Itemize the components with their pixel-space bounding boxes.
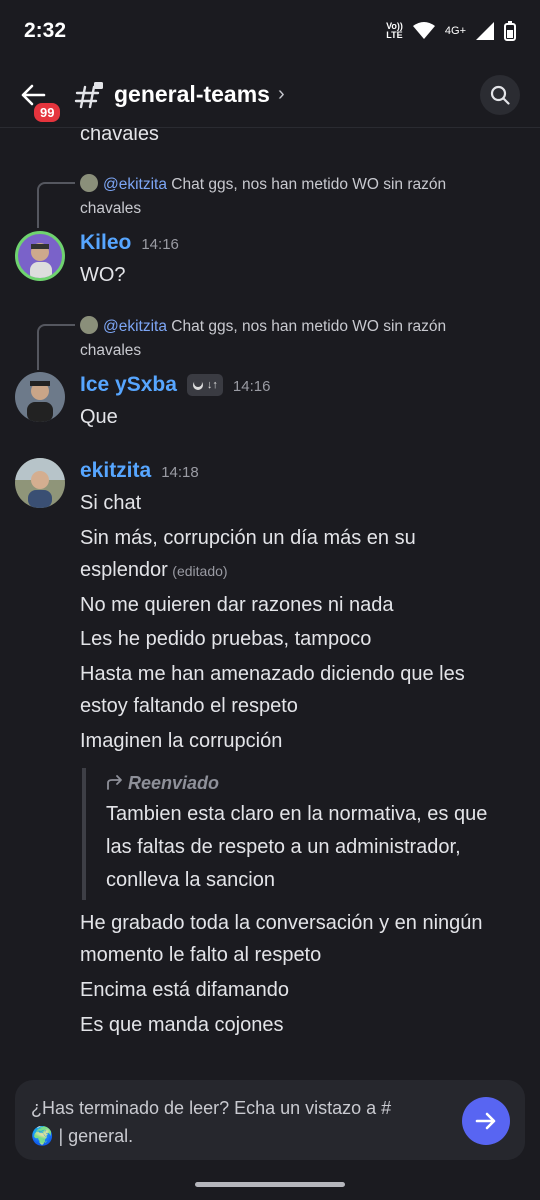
forwarded-line: Tambien esta claro en la normativa, es q…	[106, 803, 488, 825]
reply-text: Chat ggs, nos han metido WO sin razón	[171, 318, 447, 335]
channel-hash-lock-icon	[74, 80, 104, 110]
jump-to-channel-prompt[interactable]: ¿Has terminado de leer? Echa un vistazo …	[15, 1080, 525, 1160]
message-line: Si chat	[80, 492, 142, 514]
unread-badge: 99	[32, 100, 63, 124]
message-body: Que	[80, 406, 118, 428]
message-line: He grabado toda la conversación y en nin…	[80, 912, 483, 934]
forwarded-line: conlleva la sancion	[106, 869, 275, 891]
channel-name[interactable]: general-teams	[114, 81, 270, 108]
message-line: Sin más, corrupción un día más en su	[80, 527, 416, 549]
message-header: Ice ySxba ↓↑ 14:16	[80, 373, 270, 397]
timestamp: 14:16	[141, 236, 179, 253]
volte-icon: Vo)) LTE	[386, 21, 403, 40]
status-bar: 2:32 Vo)) LTE 4G+	[0, 0, 540, 62]
reply-text-cont: chavales	[80, 200, 142, 217]
message-line: momento le falto al respeto	[80, 944, 322, 966]
clan-tag[interactable]: ↓↑	[186, 374, 223, 396]
reply-avatar	[80, 316, 98, 334]
reply-avatar	[80, 174, 98, 192]
search-icon	[490, 85, 510, 105]
message-header: ekitzita 14:18	[80, 459, 199, 483]
home-indicator[interactable]	[195, 1182, 345, 1187]
arrow-right-icon	[475, 1112, 496, 1130]
prompt-text[interactable]: ¿Has terminado de leer? Echa un vistazo …	[31, 1094, 451, 1150]
reply-connector	[37, 324, 75, 370]
signal-icon	[476, 22, 494, 40]
message-list[interactable]: chavales @ekitzita Chat ggs, nos han met…	[0, 128, 540, 1078]
message-fragment: chavales	[80, 128, 159, 145]
author-name[interactable]: Kileo	[80, 231, 131, 255]
search-button[interactable]	[480, 74, 520, 115]
message-line-edited: esplendor (editado)	[80, 559, 228, 581]
message-line: Es que manda cojones	[80, 1014, 284, 1036]
moon-icon	[192, 379, 203, 390]
timestamp: 14:18	[161, 464, 199, 481]
reply-text: Chat ggs, nos han metido WO sin razón	[171, 176, 447, 193]
edited-label: (editado)	[172, 563, 228, 579]
reply-preview[interactable]: @ekitzita Chat ggs, nos han metido WO si…	[80, 173, 500, 221]
timestamp: 14:16	[232, 378, 271, 395]
battery-icon	[504, 21, 516, 41]
forwarded-label: Reenviado	[106, 768, 522, 798]
message-line: estoy faltando el respeto	[80, 695, 298, 717]
forwarded-message[interactable]: Reenviado Tambien esta claro en la norma…	[82, 768, 522, 900]
message-line: Les he pedido pruebas, tampoco	[80, 628, 372, 650]
globe-icon: 🌍	[31, 1126, 54, 1146]
forward-arrow-icon	[107, 775, 122, 790]
reply-preview[interactable]: @ekitzita Chat ggs, nos han metido WO si…	[80, 315, 500, 363]
back-button[interactable]: 99	[20, 75, 63, 124]
chevron-right-icon[interactable]: ›	[278, 83, 285, 106]
message-line: No me quieren dar razones ni nada	[80, 594, 394, 616]
author-name[interactable]: ekitzita	[80, 459, 151, 483]
network-type: 4G+	[444, 25, 466, 37]
status-time: 2:32	[24, 19, 67, 42]
reply-mention[interactable]: @ekitzita	[103, 318, 167, 335]
wifi-icon	[412, 22, 435, 39]
avatar-ekitzita[interactable]	[15, 458, 65, 508]
message-line: Encima está difamando	[80, 979, 290, 1001]
message-header: Kileo 14:16	[80, 231, 179, 255]
reply-connector	[37, 182, 75, 228]
message-body: WO?	[80, 264, 126, 286]
author-name[interactable]: Ice ySxba	[80, 373, 177, 397]
forwarded-line: las faltas de respeto a un administrador…	[106, 836, 461, 858]
avatar-kileo[interactable]	[15, 231, 65, 281]
status-icons: Vo)) LTE 4G+	[386, 21, 516, 41]
go-button[interactable]	[462, 1097, 510, 1145]
message-line: Hasta me han amenazado diciendo que les	[80, 663, 465, 685]
reply-text-cont: chavales	[80, 342, 142, 359]
avatar-ice[interactable]	[15, 372, 65, 422]
message-line: Imaginen la corrupción	[80, 730, 283, 752]
channel-header: 99 general-teams ›	[0, 62, 540, 128]
reply-mention[interactable]: @ekitzita	[103, 176, 167, 193]
